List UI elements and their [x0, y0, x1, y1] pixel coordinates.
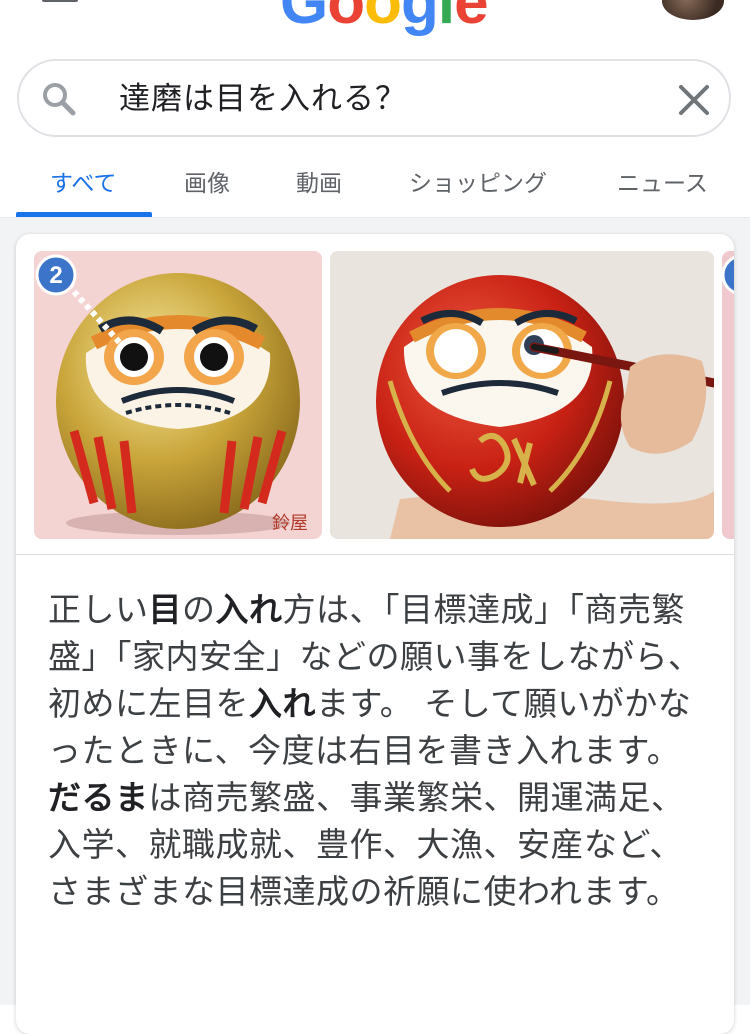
- logo-letter: o: [327, 0, 365, 37]
- close-icon[interactable]: [677, 83, 711, 117]
- gold-daruma-image: 2 鈴屋: [34, 251, 322, 539]
- answer-highlight: 目: [148, 590, 182, 629]
- search-tabs: すべて 画像 動画 ショッピング ニュース: [0, 150, 750, 220]
- tab-videos[interactable]: 動画: [296, 164, 342, 198]
- tab-images[interactable]: 画像: [184, 164, 230, 198]
- image-thumbnail-partial[interactable]: 1: [722, 251, 734, 539]
- logo-letter: g: [400, 0, 439, 37]
- red-daruma-image: [330, 251, 714, 539]
- google-logo[interactable]: Google: [280, 0, 489, 37]
- answer-text: 正しい: [48, 590, 149, 629]
- search-input[interactable]: 達磨は目を入れる？: [119, 75, 407, 123]
- featured-snippet-text: 正しい目の入れ方は、「目標達成」「商売繁盛」「家内安全」などの願い事をしながら、…: [48, 586, 708, 915]
- top-bar: Google: [0, 0, 750, 40]
- logo-letter: l: [437, 0, 455, 37]
- image-thumbnail-gold-daruma[interactable]: 2 鈴屋: [34, 251, 322, 539]
- tab-shopping[interactable]: ショッピング: [409, 164, 547, 198]
- logo-letter: e: [454, 0, 488, 37]
- featured-snippet-card: 2 鈴屋 正しい目の入れ方は、「目標達成」「商売繁盛」「家内安全」などの願い事を…: [16, 234, 734, 1034]
- answer-highlight: だるま: [48, 778, 149, 817]
- answer-text: の: [182, 590, 216, 629]
- image-thumbnail-red-daruma[interactable]: [330, 251, 714, 539]
- image-badge-number: 2: [49, 262, 62, 289]
- tab-all[interactable]: すべて: [50, 164, 116, 198]
- tab-news[interactable]: ニュース: [617, 164, 708, 198]
- avatar[interactable]: [662, 0, 724, 20]
- partial-image: 1: [722, 251, 734, 539]
- menu-icon[interactable]: [42, 0, 78, 2]
- image-carousel[interactable]: 2 鈴屋: [16, 234, 734, 554]
- card-divider: [16, 554, 734, 555]
- logo-letter: o: [364, 0, 402, 37]
- answer-highlight: 入れ: [215, 590, 283, 629]
- search-icon[interactable]: [41, 81, 77, 117]
- logo-letter: G: [280, 0, 328, 37]
- image-watermark: 鈴屋: [272, 513, 308, 534]
- answer-highlight: 入れ: [249, 684, 316, 723]
- search-box[interactable]: 達磨は目を入れる？: [17, 59, 731, 137]
